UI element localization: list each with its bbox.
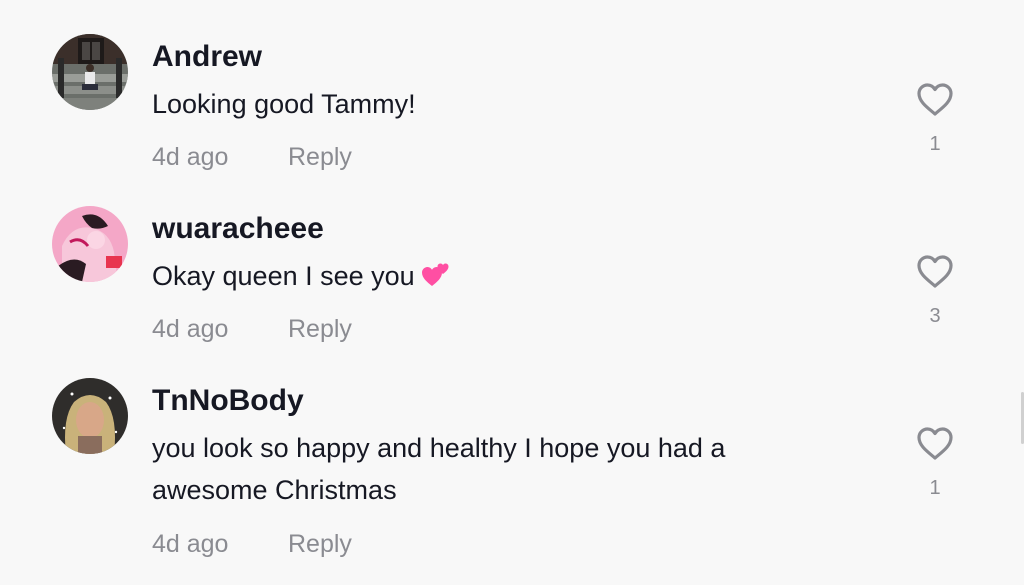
comment-meta: 4d ago Reply: [152, 530, 352, 559]
comment-time: 4d ago: [152, 530, 229, 558]
avatar[interactable]: [52, 378, 128, 454]
comment-text: you look so happy and healthy I hope you…: [152, 433, 726, 505]
like-count: 1: [929, 477, 941, 499]
username[interactable]: TnNoBody: [152, 384, 304, 418]
selfie-avatar: [52, 378, 128, 454]
heart-outline-icon: [917, 427, 953, 460]
comment-item: TnNoBody you look so happy and healthy I…: [0, 0, 1024, 585]
reply-button[interactable]: Reply: [288, 530, 352, 559]
like-button[interactable]: [916, 425, 954, 463]
